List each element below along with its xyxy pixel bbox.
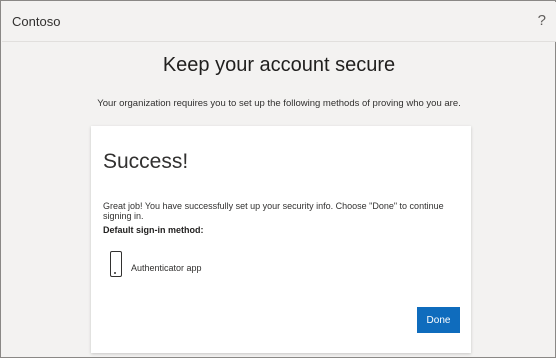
window-frame: Contoso ? Keep your account secure Your … [0, 0, 556, 358]
done-button[interactable]: Done [417, 307, 460, 333]
brand-name: Contoso [12, 14, 61, 29]
method-name: Authenticator app [131, 263, 202, 273]
phone-icon [110, 251, 122, 277]
success-card: Success! Great job! You have successfull… [91, 126, 471, 353]
success-message: Great job! You have successfully set up … [103, 201, 444, 221]
card-title: Success! [103, 150, 189, 173]
page-title: Keep your account secure [162, 54, 396, 76]
default-method-label: Default sign-in method: [103, 225, 204, 235]
page-subtitle: Your organization requires you to set up… [97, 98, 461, 109]
header-bar: Contoso ? [2, 2, 556, 42]
help-icon[interactable]: ? [538, 12, 546, 29]
